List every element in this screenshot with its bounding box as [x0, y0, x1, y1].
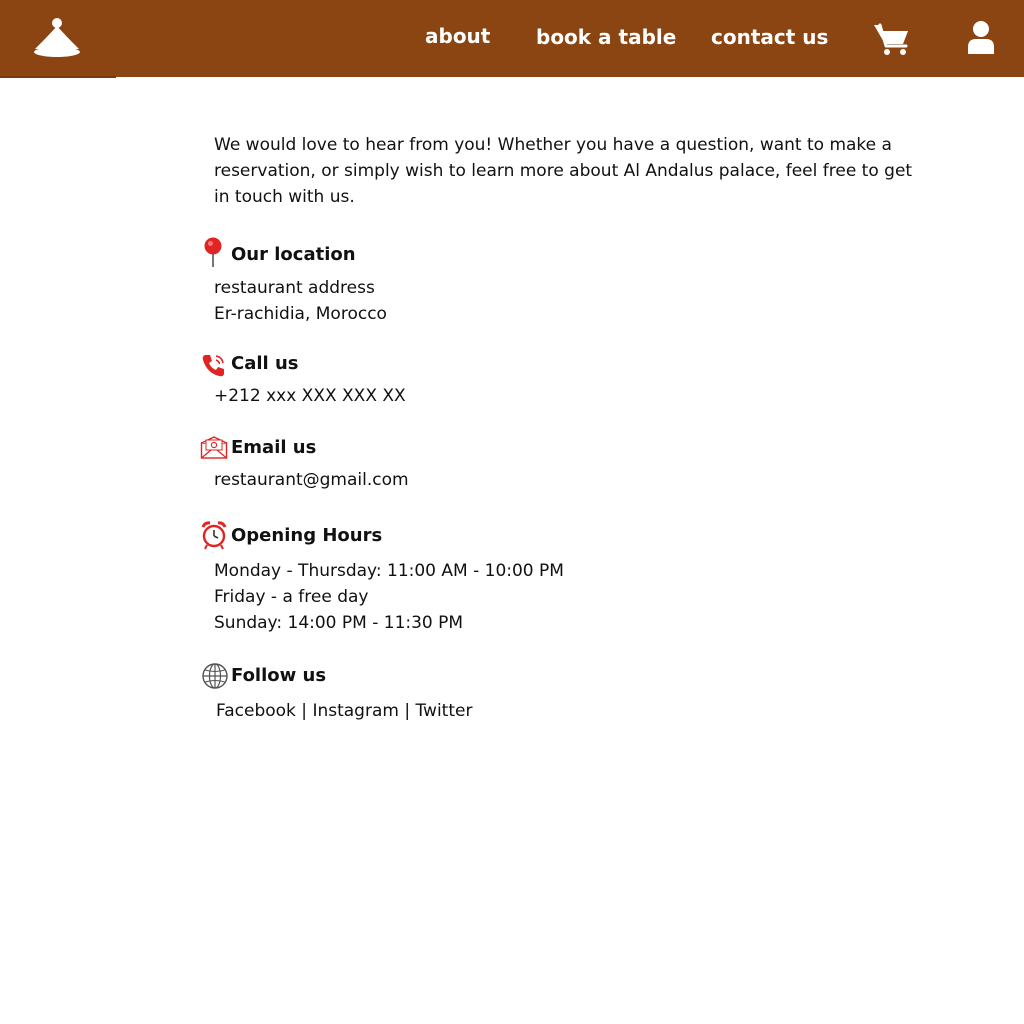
- email-heading: Email us: [231, 437, 317, 458]
- hours-weekdays: Monday - Thursday: 11:00 AM - 10:00 PM: [214, 561, 564, 581]
- location-address-line: restaurant address: [214, 278, 375, 298]
- twitter-link[interactable]: Twitter: [415, 701, 472, 721]
- tagine-logo-icon[interactable]: [31, 15, 83, 61]
- nav-contact-us-link[interactable]: contact us: [711, 22, 828, 52]
- email-address[interactable]: restaurant@gmail.com: [214, 467, 409, 493]
- nav-underline-divider: [0, 76, 116, 78]
- hours-sunday: Sunday: 14:00 PM - 11:30 PM: [214, 613, 464, 633]
- location-heading: Our location: [231, 244, 356, 265]
- social-separator: |: [301, 701, 308, 721]
- follow-heading: Follow us: [231, 665, 327, 686]
- top-navbar: about book a table contact us: [0, 0, 1024, 77]
- intro-paragraph: We would love to hear from you! Whether …: [214, 135, 913, 207]
- social-links-row: Facebook | Instagram | Twitter: [216, 698, 472, 724]
- globe-icon: [202, 663, 228, 689]
- call-heading: Call us: [231, 353, 299, 374]
- envelope-icon: [200, 436, 228, 459]
- alarm-clock-icon: [201, 521, 227, 550]
- map-pin-icon: [204, 237, 222, 267]
- opening-hours-heading: Opening Hours: [231, 525, 383, 546]
- instagram-link[interactable]: Instagram: [312, 701, 399, 721]
- nav-about-link[interactable]: about: [425, 21, 490, 51]
- location-city-line: Er-rachidia, Morocco: [214, 304, 387, 324]
- user-icon[interactable]: [966, 20, 996, 54]
- social-separator: |: [404, 701, 411, 721]
- hours-friday: Friday - a free day: [214, 587, 369, 607]
- cart-icon[interactable]: [873, 22, 911, 56]
- nav-book-table-link[interactable]: book a table: [536, 22, 676, 52]
- phone-icon: [202, 355, 224, 377]
- phone-number[interactable]: +212 xxx XXX XXX XX: [214, 383, 406, 409]
- facebook-link[interactable]: Facebook: [216, 701, 296, 721]
